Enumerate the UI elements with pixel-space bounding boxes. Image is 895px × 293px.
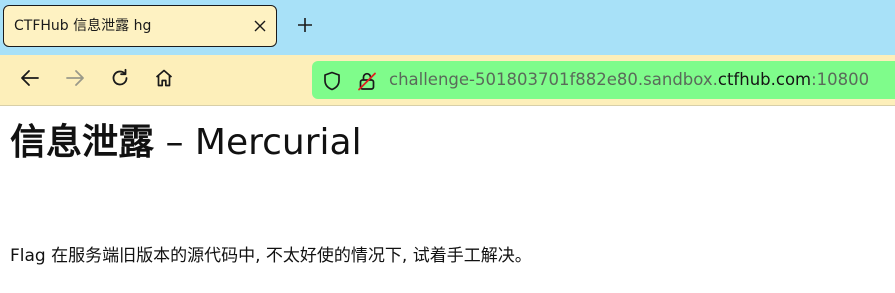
- navigation-toolbar: challenge-501803701f882e80.sandbox.ctfhu…: [0, 55, 895, 106]
- url-port: :10800: [811, 70, 870, 89]
- arrow-right-icon: [65, 69, 85, 91]
- forward-button[interactable]: [62, 67, 88, 93]
- home-button[interactable]: [151, 67, 177, 93]
- page-title-cn: 信息泄露: [10, 122, 155, 163]
- page-content: 信息泄露 – Mercurial Flag 在服务端旧版本的源代码中, 不太好使…: [0, 106, 895, 293]
- tab-strip: CTFHub 信息泄露 hg: [0, 0, 895, 55]
- reload-icon: [110, 68, 130, 92]
- tab-title: CTFHub 信息泄露 hg: [14, 18, 152, 34]
- close-icon[interactable]: [250, 16, 270, 36]
- browser-tab[interactable]: CTFHub 信息泄露 hg: [3, 5, 277, 47]
- address-bar[interactable]: challenge-501803701f882e80.sandbox.ctfhu…: [312, 61, 895, 99]
- url-text[interactable]: challenge-501803701f882e80.sandbox.ctfhu…: [389, 61, 869, 99]
- reload-button[interactable]: [107, 67, 133, 93]
- arrow-left-icon: [20, 69, 40, 91]
- url-subdomain: challenge-501803701f882e80.sandbox.: [389, 70, 718, 89]
- new-tab-button[interactable]: [293, 15, 317, 39]
- url-domain: ctfhub.com: [717, 70, 812, 89]
- plus-icon: [297, 17, 313, 37]
- page-title-rest: – Mercurial: [154, 122, 362, 163]
- back-button[interactable]: [17, 67, 43, 93]
- shield-icon[interactable]: [322, 71, 342, 91]
- challenge-description: Flag 在服务端旧版本的源代码中, 不太好使的情况下, 试着手工解决。: [10, 246, 532, 266]
- home-icon: [154, 68, 174, 92]
- page-title: 信息泄露 – Mercurial: [10, 120, 362, 166]
- insecure-lock-icon[interactable]: [357, 71, 377, 91]
